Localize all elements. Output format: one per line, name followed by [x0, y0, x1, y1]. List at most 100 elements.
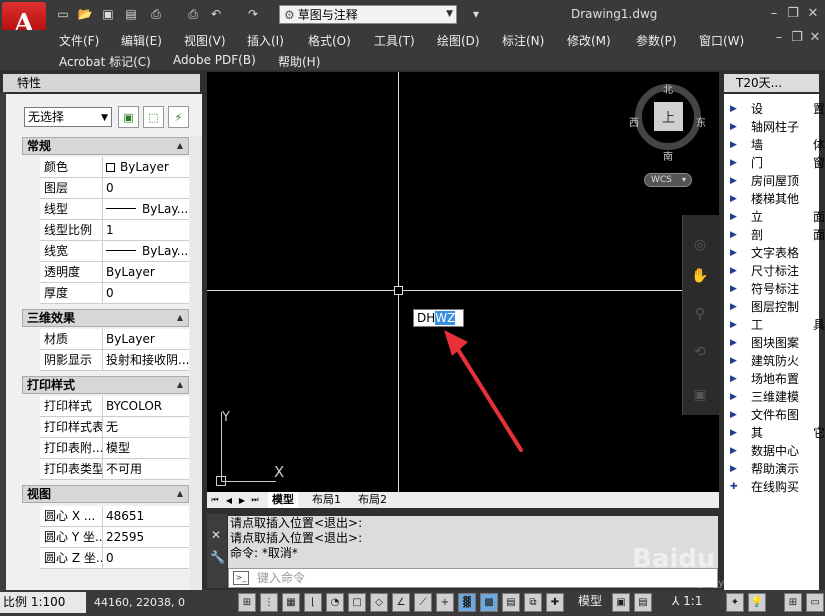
ducs-icon[interactable]: ⟋	[414, 593, 432, 612]
t20-menu-item[interactable]: ▶ 设 置	[727, 100, 825, 118]
annotation-monitor-icon[interactable]: ✚	[546, 593, 564, 612]
otrack-icon[interactable]: ∠	[392, 593, 410, 612]
open-folder-icon[interactable]: 📂	[77, 6, 93, 22]
cursor-coordinates[interactable]: 44160, 22038, 0	[94, 596, 185, 609]
prop-layer-row[interactable]: 图层 0	[40, 178, 189, 199]
prop-material-row[interactable]: 材质 ByLayer	[40, 329, 189, 350]
lightbulb-icon[interactable]: 💡	[748, 593, 766, 612]
save-icon[interactable]: ▣	[100, 6, 116, 22]
t20-menu-item[interactable]: ▶ 文件布图	[727, 406, 819, 424]
t20-menu-item[interactable]: ▶ 建筑防火	[727, 352, 819, 370]
menu-adobe-pdf[interactable]: Adobe PDF(B)	[173, 53, 256, 67]
section-general[interactable]: 常规 ▲	[22, 137, 189, 155]
prop-center-y-row[interactable]: 圆心 Y 坐... 22595	[40, 527, 189, 548]
menu-insert[interactable]: 插入(I)	[247, 32, 284, 49]
t20-menu-item[interactable]: ▶ 工 具	[727, 316, 825, 334]
menu-acrobat[interactable]: Acrobat 标记(C)	[59, 53, 151, 70]
quick-view-drawings-icon[interactable]: ▤	[634, 593, 652, 612]
prop-plotstyle-row[interactable]: 打印样式 BYCOLOR	[40, 396, 189, 417]
t20-menu-item[interactable]: ▶ 立 面	[727, 208, 825, 226]
menu-draw[interactable]: 绘图(D)	[437, 32, 480, 49]
minimize-icon[interactable]: –	[765, 4, 783, 22]
object-snap-icon[interactable]: □	[348, 593, 366, 612]
workspace-switch-icon[interactable]: ✦	[726, 593, 744, 612]
close-icon[interactable]: ✕	[804, 4, 822, 22]
toggle-pickadd-icon[interactable]: ▣	[118, 106, 139, 128]
prop-transparency-row[interactable]: 透明度 ByLayer	[40, 262, 189, 283]
new-file-icon[interactable]: ▭	[55, 6, 71, 22]
menu-file[interactable]: 文件(F)	[59, 32, 99, 49]
prev-tab-icon[interactable]: ◀	[224, 494, 234, 506]
t20-menu-item[interactable]: ▶ 图层控制	[727, 298, 819, 316]
doc-restore-icon[interactable]: ❐	[788, 28, 806, 46]
workspace-dropdown[interactable]: ⚙ 草图与注释 ▼	[279, 5, 457, 24]
compass-north[interactable]: 北	[663, 81, 673, 96]
menu-parametric[interactable]: 参数(P)	[636, 32, 677, 49]
next-tab-icon[interactable]: ▶	[237, 494, 247, 506]
customize-toolbar-icon[interactable]: ▾	[468, 6, 484, 22]
tab-layout1[interactable]: 布局1	[308, 492, 345, 508]
section-3d-effects[interactable]: 三维效果 ▲	[22, 309, 189, 327]
prop-thickness-row[interactable]: 厚度 0	[40, 283, 189, 304]
orbit-icon[interactable]: ⟲	[687, 340, 713, 364]
t20-menu-item[interactable]: ▶ 帮助演示	[727, 460, 819, 478]
prop-center-z-row[interactable]: 圆心 Z 坐... 0	[40, 548, 189, 569]
grid-display-icon[interactable]: ▦	[282, 593, 300, 612]
quick-view-layouts-icon[interactable]: ▣	[612, 593, 630, 612]
t20-menu-item[interactable]: ▶ 房间屋顶	[727, 172, 819, 190]
command-window-grip[interactable]: ✕ 🔧	[207, 514, 227, 588]
tab-layout2[interactable]: 布局2	[354, 492, 391, 508]
menu-modify[interactable]: 修改(M)	[567, 32, 611, 49]
prop-color-row[interactable]: 颜色 ByLayer	[40, 157, 189, 178]
t20-menu-item[interactable]: ▶ 楼梯其他	[727, 190, 819, 208]
wcs-menu[interactable]: WCS ▾	[644, 173, 692, 187]
quick-properties-icon[interactable]: ▤	[502, 593, 520, 612]
t20-menu-item[interactable]: ▶ 门 窗	[727, 154, 825, 172]
prop-center-x-row[interactable]: 圆心 X ... 48651	[40, 506, 189, 527]
quick-select-icon[interactable]: ⚡	[168, 106, 189, 128]
selection-cycling-icon[interactable]: ⧉	[524, 593, 542, 612]
prop-linetype-row[interactable]: 线型 ByLay...	[40, 199, 189, 220]
t20-menu-item[interactable]: ▶ 墙 体	[727, 136, 825, 154]
prop-plottable-row[interactable]: 打印样式表无	[40, 417, 189, 438]
zoom-icon[interactable]: ⚲	[687, 302, 713, 326]
t20-menu-item[interactable]: ▶ 文字表格	[727, 244, 819, 262]
model-space-button[interactable]: 模型	[578, 592, 602, 609]
compass-west[interactable]: 西	[629, 114, 639, 129]
prop-plotattach-row[interactable]: 打印表附... 模型	[40, 438, 189, 459]
3d-osnap-icon[interactable]: ◇	[370, 593, 388, 612]
t20-menu-item[interactable]: ▶ 图块图案	[727, 334, 819, 352]
t20-menu-item[interactable]: ▶ 尺寸标注	[727, 262, 819, 280]
steering-wheel-icon[interactable]: ◎	[687, 233, 713, 257]
menu-format[interactable]: 格式(O)	[308, 32, 351, 49]
showmotion-icon[interactable]: ▣	[687, 383, 713, 407]
toolbar-lock-icon[interactable]: ⊞	[784, 593, 802, 612]
t20-menu-item[interactable]: ▶ 数据中心	[727, 442, 819, 460]
pan-hand-icon[interactable]: ✋	[687, 264, 713, 288]
menu-view[interactable]: 视图(V)	[184, 32, 226, 49]
section-plot-style[interactable]: 打印样式 ▲	[22, 376, 189, 394]
t20-menu-item[interactable]: ▶ 符号标注	[727, 280, 819, 298]
clean-screen-icon[interactable]: ▭	[806, 593, 824, 612]
viewcube-top-face[interactable]: 上	[654, 102, 683, 131]
command-prompt-icon[interactable]: >_	[233, 571, 249, 585]
viewport-scale[interactable]: 比例 1:100	[0, 592, 86, 613]
tab-model[interactable]: 模型	[268, 492, 298, 508]
select-objects-icon[interactable]: ⬚	[143, 106, 164, 128]
save-as-icon[interactable]: ▤	[123, 6, 139, 22]
polar-tracking-icon[interactable]: ◔	[326, 593, 344, 612]
compass-east[interactable]: 东	[696, 114, 706, 129]
publish-icon[interactable]: ⎙	[148, 6, 164, 22]
menu-tools[interactable]: 工具(T)	[374, 32, 415, 49]
menu-window[interactable]: 窗口(W)	[699, 32, 744, 49]
t20-menu-item[interactable]: ▶ 轴网柱子	[727, 118, 819, 136]
doc-close-icon[interactable]: ✕	[806, 28, 824, 46]
prop-lineweight-row[interactable]: 线宽 ByLay...	[40, 241, 189, 262]
dynamic-input-box[interactable]: DHWZ	[413, 309, 464, 327]
print-icon[interactable]: ⎙	[185, 6, 201, 22]
properties-scrollbar[interactable]	[190, 136, 202, 590]
snap-mode-icon[interactable]: ⋮	[260, 593, 278, 612]
t20-menu-item[interactable]: ▶ 场地布置	[727, 370, 819, 388]
lineweight-icon[interactable]: ▓	[458, 593, 476, 612]
maximize-icon[interactable]: ❐	[784, 4, 802, 22]
